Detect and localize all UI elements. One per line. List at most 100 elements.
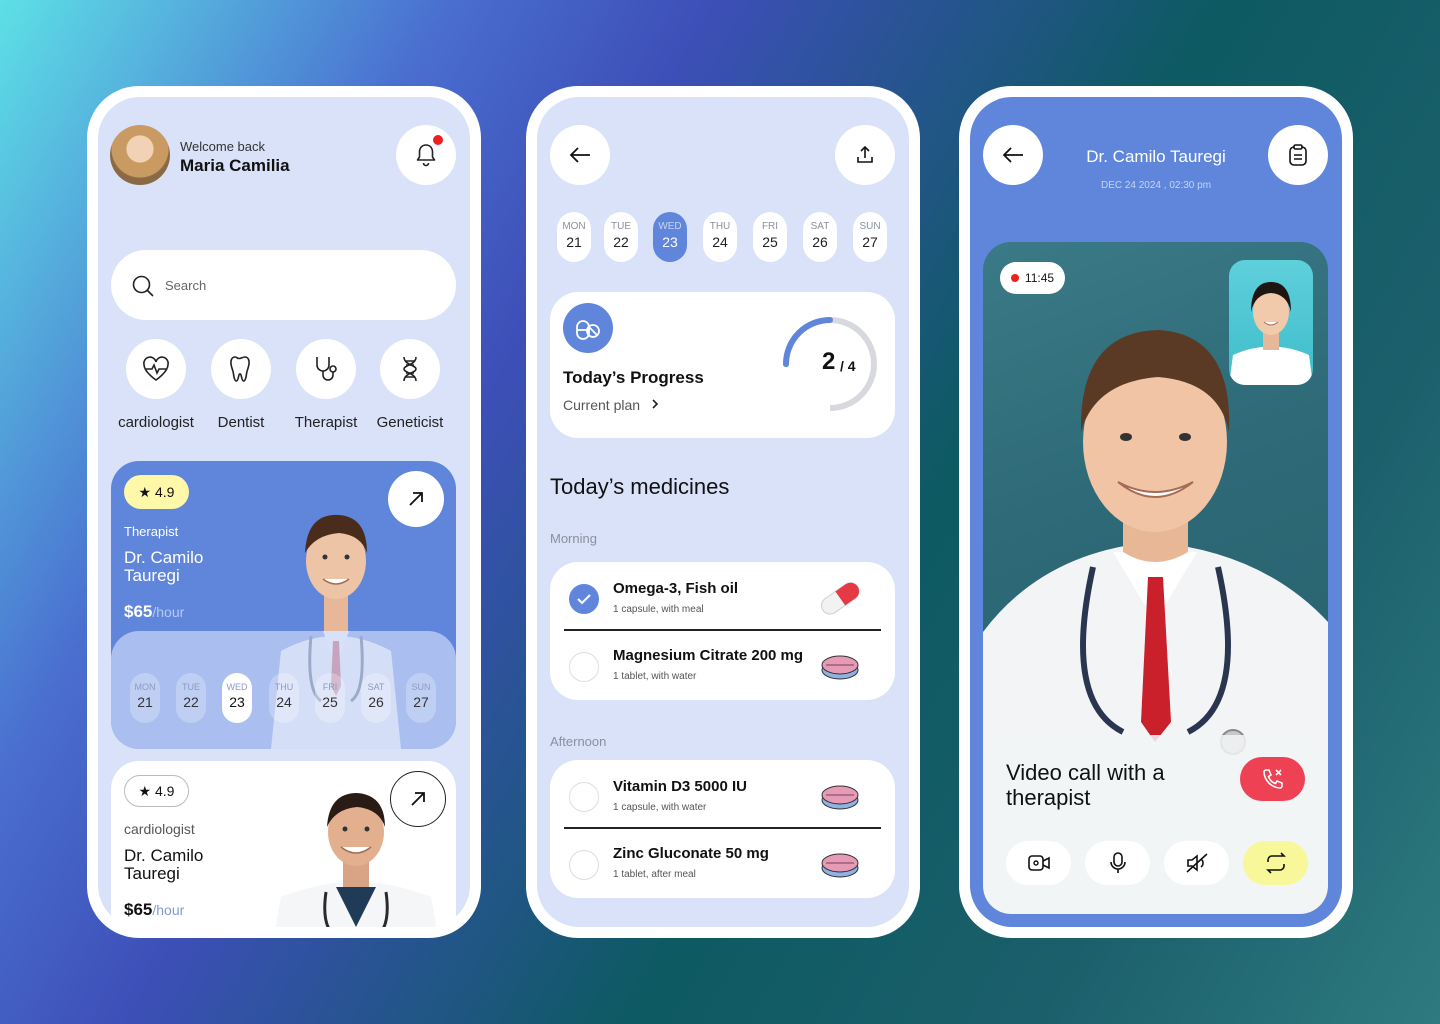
medicine-row[interactable]: Magnesium Citrate 200 mg 1 tablet, with … (550, 630, 895, 696)
capsule-icon (821, 582, 860, 615)
notes-button[interactable] (1268, 125, 1328, 185)
calendar-day[interactable]: MON 21 (557, 212, 591, 262)
recording-dot (1010, 274, 1019, 282)
search-bar[interactable]: Search (111, 250, 456, 320)
home-phone: Welcome back Maria Camilia Search cardio… (87, 86, 481, 938)
medicine-checkbox[interactable] (569, 782, 599, 812)
calendar-day-selected[interactable]: WED 23 (653, 212, 687, 262)
self-view[interactable] (1229, 260, 1313, 385)
doctor-name: Dr. Camilo Tauregi (124, 548, 204, 585)
speaker-mute-button[interactable] (1164, 841, 1229, 885)
video-camera-icon (1027, 855, 1050, 871)
user-avatar[interactable] (110, 125, 170, 185)
featured-doctor-card[interactable]: ★ 4.9 Therapist Dr. Camilo Tauregi $65/h… (111, 461, 456, 749)
notification-button[interactable] (396, 125, 456, 185)
day-name: THU (709, 221, 731, 232)
open-doctor-button[interactable] (390, 771, 446, 827)
current-plan-link[interactable]: Current plan (563, 397, 660, 413)
call-phone: Dr. Camilo Tauregi DEC 24 2024 , 02:30 p… (959, 86, 1353, 938)
category-cardiologist[interactable]: cardiologist (111, 339, 201, 431)
day-number: 23 (662, 234, 678, 250)
progress-title: Today’s Progress (563, 368, 704, 387)
day-name: WED (226, 682, 248, 692)
progress-done: 2 (822, 348, 836, 375)
day-number: 25 (762, 234, 778, 250)
medicine-checkbox[interactable] (569, 850, 599, 880)
arrow-up-right-icon (409, 492, 423, 506)
search-input[interactable]: Search (165, 278, 206, 293)
price-value: $65 (124, 900, 153, 919)
back-button[interactable] (550, 125, 610, 185)
call-controls-panel: Video call with a therapist (989, 735, 1322, 905)
schedule-day[interactable]: SUN 27 (406, 673, 436, 723)
day-number: 22 (613, 234, 629, 250)
mic-button[interactable] (1085, 841, 1150, 885)
chevron-right-icon (652, 399, 659, 409)
schedule-day[interactable]: SAT 26 (361, 673, 391, 723)
day-name: SUN (859, 221, 881, 232)
check-icon (577, 594, 591, 605)
day-name: FRI (322, 682, 338, 692)
switch-camera-button[interactable] (1243, 841, 1308, 885)
day-name: TUE (182, 682, 200, 692)
stethoscope-icon (316, 357, 337, 381)
share-button[interactable] (835, 125, 895, 185)
afternoon-medicines-card: Vitamin D3 5000 IU 1 capsule, with water… (550, 760, 895, 898)
category-dentist[interactable]: Dentist (196, 339, 286, 431)
user-name: Maria Camilia (180, 156, 290, 175)
calendar-day[interactable]: FRI 25 (753, 212, 787, 262)
morning-medicines-card: Omega-3, Fish oil 1 capsule, with meal M… (550, 562, 895, 700)
tooth-icon (230, 356, 250, 382)
plan-phone: MON 21 TUE 22 WED 23 THU 24 FRI 25 SAT 26 SUN 2… (526, 86, 920, 938)
medicine-checkbox[interactable] (569, 652, 599, 682)
medicine-name: Magnesium Citrate 200 mg (613, 647, 804, 664)
day-number: 21 (137, 694, 153, 710)
calendar-day[interactable]: SUN 27 (853, 212, 887, 262)
schedule-day-selected[interactable]: WED 23 (222, 673, 252, 723)
medicine-row[interactable]: Omega-3, Fish oil 1 capsule, with meal (550, 562, 895, 628)
phone-end-icon (1262, 769, 1283, 789)
schedule-day[interactable]: FRI 25 (315, 673, 345, 723)
medicine-note: 1 tablet, with water (613, 671, 697, 682)
category-therapist[interactable]: Therapist (281, 339, 371, 431)
medicine-name: Omega-3, Fish oil (613, 580, 739, 597)
price-value: $65 (124, 602, 153, 621)
calendar-day[interactable]: TUE 22 (604, 212, 638, 262)
day-number: 26 (812, 234, 828, 250)
category-geneticist[interactable]: Geneticist (365, 339, 455, 431)
open-doctor-button[interactable] (388, 471, 444, 527)
doctor-card[interactable]: ★ 4.9 cardiologist Dr. Camilo Tauregi $6… (111, 761, 456, 927)
calendar-day[interactable]: THU 24 (703, 212, 737, 262)
schedule-day[interactable]: TUE 22 (176, 673, 206, 723)
video-feed[interactable]: 11:45 Video call with a therapist (983, 242, 1328, 914)
day-name: SAT (810, 221, 830, 232)
progress-card[interactable]: Today’s Progress Current plan 2 / 4 (550, 292, 895, 438)
calendar-day[interactable]: SAT 26 (803, 212, 837, 262)
medicine-row[interactable]: Zinc Gluconate 50 mg 1 tablet, after mea… (550, 828, 895, 894)
afternoon-label: Afternoon (550, 734, 607, 749)
search-icon (132, 275, 154, 297)
day-name: SUN (411, 682, 431, 692)
day-name: THU (274, 682, 294, 692)
call-screen: Dr. Camilo Tauregi DEC 24 2024 , 02:30 p… (970, 97, 1342, 927)
category-icon-wrap (211, 339, 271, 399)
day-number: 24 (276, 694, 292, 710)
medicine-note: 1 capsule, with meal (613, 604, 704, 615)
bell-icon (416, 144, 436, 167)
medicine-note: 1 capsule, with water (613, 802, 707, 813)
medicine-note: 1 tablet, after meal (613, 869, 696, 880)
camera-toggle-button[interactable] (1006, 841, 1071, 885)
schedule-day[interactable]: THU 24 (269, 673, 299, 723)
doctor-price: $65/hour (124, 602, 184, 622)
day-name: MON (562, 221, 586, 232)
rating-badge: ★ 4.9 (124, 775, 189, 807)
medicine-row[interactable]: Vitamin D3 5000 IU 1 capsule, with water (550, 760, 895, 826)
arrow-left-icon (569, 147, 590, 163)
medicine-checkbox-checked[interactable] (569, 584, 599, 614)
refresh-icon (1265, 852, 1286, 874)
day-number: 22 (183, 694, 199, 710)
end-call-button[interactable] (1240, 757, 1305, 801)
plan-screen: MON 21 TUE 22 WED 23 THU 24 FRI 25 SAT 26 SUN 2… (537, 97, 909, 927)
tablet-icon (821, 785, 859, 810)
schedule-day[interactable]: MON 21 (130, 673, 160, 723)
